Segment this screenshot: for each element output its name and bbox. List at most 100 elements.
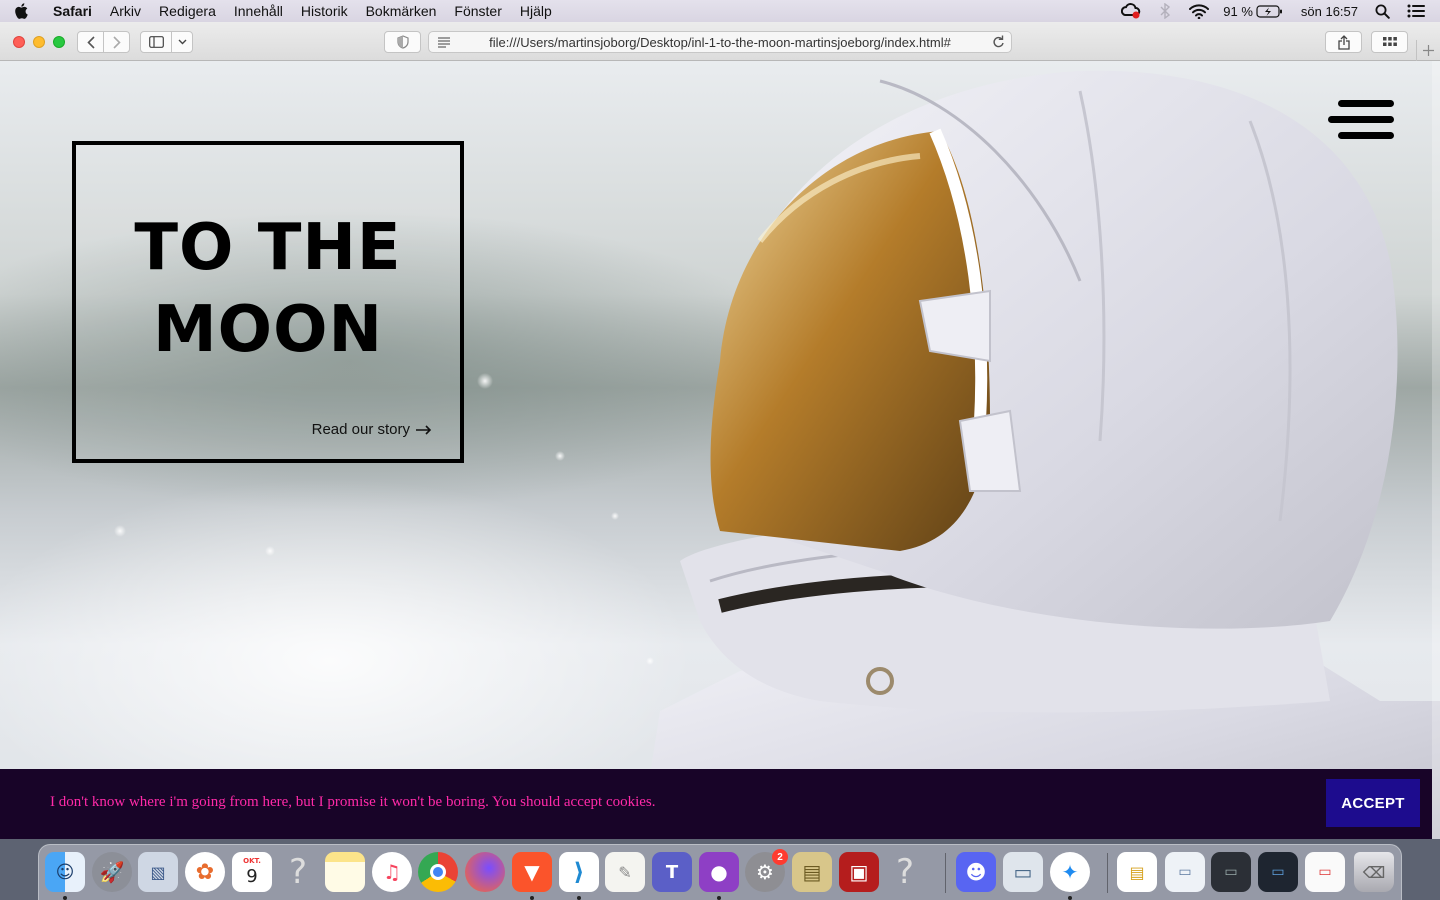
read-story-label: Read our story <box>311 421 410 438</box>
system-preferences-icon[interactable]: ⚙ 2 <box>745 849 788 892</box>
chevron-down-icon <box>178 39 186 45</box>
dock: ☺ 🚀 ▧ ✿ OKT. 9 ? ♫ ▼ ⟩ ✎ T ● ⚙ 2 ▤ ▣ ? ☻ … <box>38 844 1402 900</box>
sidebar-icon <box>148 36 164 48</box>
tab-overview-button[interactable] <box>1371 31 1408 53</box>
running-indicator <box>530 896 534 900</box>
image-capture-icon[interactable]: ▭ <box>1003 852 1043 892</box>
hamburger-menu-button[interactable] <box>1328 98 1394 142</box>
close-window-button[interactable] <box>13 36 25 48</box>
page-scrollbar[interactable] <box>1432 61 1440 839</box>
chevron-left-icon <box>86 35 95 49</box>
menu-redigera[interactable]: Redigera <box>150 0 225 22</box>
window-thumbnail-icon[interactable]: ▭ <box>1258 852 1298 892</box>
battery-percent: 91 % <box>1223 3 1253 19</box>
unknown-app-icon[interactable]: ? <box>885 852 925 892</box>
dock-separator <box>1107 853 1108 893</box>
shield-icon <box>396 35 409 49</box>
hero-title-line2: MOON <box>152 293 384 367</box>
hamburger-line <box>1338 100 1394 107</box>
reload-icon[interactable] <box>992 35 1005 49</box>
firefox-icon[interactable] <box>465 852 505 892</box>
battery-icon <box>1256 4 1282 18</box>
menu-arkiv[interactable]: Arkiv <box>101 0 150 22</box>
hero-title-line1: TO THE <box>134 211 402 285</box>
chevron-right-icon <box>112 35 121 49</box>
hero-box: TO THE MOON Read our story <box>72 141 464 463</box>
teams-icon[interactable]: T <box>652 852 692 892</box>
unknown-app-icon[interactable]: ? <box>278 852 318 892</box>
bluetooth-icon[interactable] <box>1155 3 1175 19</box>
minimize-window-button[interactable] <box>33 36 45 48</box>
arrow-right-icon <box>416 424 432 435</box>
dock-area: ☺ 🚀 ▧ ✿ OKT. 9 ? ♫ ▼ ⟩ ✎ T ● ⚙ 2 ▤ ▣ ? ☻ … <box>0 839 1440 900</box>
brave-icon[interactable]: ▼ <box>512 852 552 892</box>
battery-indicator[interactable]: 91 % <box>1223 4 1283 19</box>
finder-icon[interactable]: ☺ <box>45 852 85 892</box>
notification-badge: 2 <box>772 849 788 865</box>
menu-hjalp[interactable]: Hjälp <box>511 0 561 22</box>
window-thumbnail-icon[interactable]: ▭ <box>1211 852 1251 892</box>
safari-icon[interactable]: ✦ <box>1050 852 1090 892</box>
hamburger-line <box>1328 116 1394 123</box>
read-story-link[interactable]: Read our story <box>312 421 432 438</box>
spotlight-search-icon[interactable] <box>1372 3 1392 19</box>
notes-icon[interactable] <box>325 852 365 892</box>
creative-cloud-icon[interactable] <box>1121 3 1141 19</box>
share-button[interactable] <box>1325 31 1362 53</box>
tab-overview-dropdown[interactable] <box>171 31 193 53</box>
grid-icon <box>1382 37 1397 46</box>
menu-fonster[interactable]: Fönster <box>445 0 510 22</box>
control-center-icon[interactable] <box>1406 3 1426 19</box>
privacy-report-button[interactable] <box>384 31 421 53</box>
menu-innehall[interactable]: Innehåll <box>225 0 292 22</box>
archive-utility-icon[interactable]: ▤ <box>792 852 832 892</box>
forward-button[interactable] <box>103 31 130 53</box>
hamburger-line <box>1338 132 1394 139</box>
github-desktop-icon[interactable]: ● <box>699 852 739 892</box>
accept-cookies-button[interactable]: ACCEPT <box>1326 779 1420 827</box>
music-icon[interactable]: ♫ <box>372 852 412 892</box>
launchpad-icon[interactable]: 🚀 <box>92 852 132 892</box>
url-text: file:///Users/martinsjoborg/Desktop/inl-… <box>489 34 951 50</box>
calendar-month: OKT. <box>243 856 261 865</box>
calendar-day: 9 <box>246 865 258 887</box>
menu-bar: Safari Arkiv Redigera Innehåll Historik … <box>0 0 1440 22</box>
preview-icon[interactable]: ▧ <box>138 852 178 892</box>
running-indicator <box>577 896 581 900</box>
vscode-icon[interactable]: ⟩ <box>559 852 599 892</box>
menu-clock[interactable]: sön 16:57 <box>1301 4 1358 19</box>
running-indicator <box>63 896 67 900</box>
address-bar[interactable]: file:///Users/martinsjoborg/Desktop/inl-… <box>428 31 1012 53</box>
share-icon <box>1337 34 1350 50</box>
reader-view-icon[interactable] <box>437 36 451 48</box>
cookie-message: I don't know where i'm going from here, … <box>50 794 656 810</box>
document-icon[interactable]: ▤ <box>1117 852 1157 892</box>
status-area: 91 % sön 16:57 <box>1121 0 1426 22</box>
back-button[interactable] <box>77 31 104 53</box>
photos-icon[interactable]: ✿ <box>185 852 225 892</box>
dock-separator <box>945 853 946 893</box>
zoom-window-button[interactable] <box>53 36 65 48</box>
web-page: TO THE MOON Read our story I don't know … <box>0 61 1440 839</box>
apple-menu-icon[interactable] <box>14 3 44 19</box>
wifi-icon[interactable] <box>1189 3 1210 19</box>
plus-icon <box>1423 45 1434 56</box>
calendar-icon[interactable]: OKT. 9 <box>232 852 272 892</box>
discord-icon[interactable]: ☻ <box>956 852 996 892</box>
menu-app-name[interactable]: Safari <box>44 0 101 22</box>
menu-historik[interactable]: Historik <box>292 0 357 22</box>
running-indicator <box>1068 896 1072 900</box>
window-thumbnail-icon[interactable]: ▭ <box>1305 852 1345 892</box>
running-indicator <box>717 896 721 900</box>
trash-icon[interactable]: ⌫ <box>1354 852 1394 892</box>
chrome-icon[interactable] <box>418 852 458 892</box>
cookie-banner: I don't know where i'm going from here, … <box>0 769 1432 839</box>
browser-toolbar: file:///Users/martinsjoborg/Desktop/inl-… <box>0 22 1440 61</box>
photo-booth-icon[interactable]: ▣ <box>839 852 879 892</box>
menu-bokmarken[interactable]: Bokmärken <box>357 0 446 22</box>
textedit-icon[interactable]: ✎ <box>605 852 645 892</box>
hero-title: TO THE MOON <box>76 207 460 371</box>
new-tab-button[interactable] <box>1416 40 1440 61</box>
sidebar-button[interactable] <box>140 31 172 53</box>
window-thumbnail-icon[interactable]: ▭ <box>1165 852 1205 892</box>
